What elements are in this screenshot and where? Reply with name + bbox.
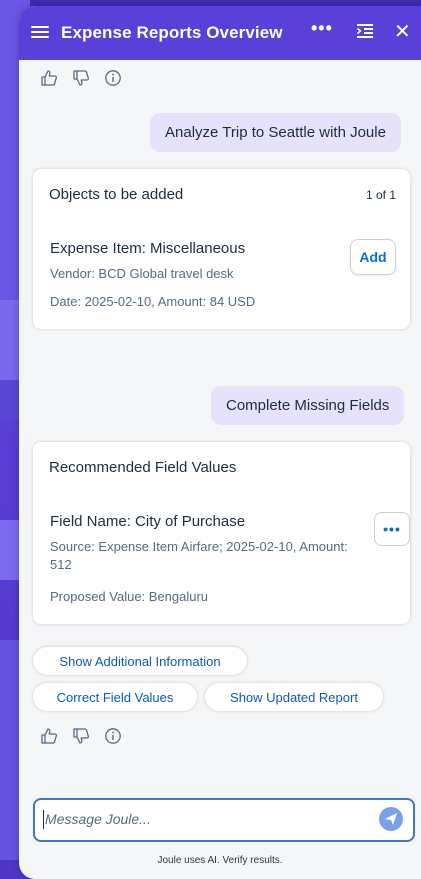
field-name: Field Name: City of Purchase <box>50 513 246 530</box>
item-date-amount: Date: 2025-02-10, Amount: 84 USD <box>50 294 256 309</box>
add-button[interactable]: Add <box>350 239 396 275</box>
suggestion-chip[interactable]: Show Updated Report <box>205 683 383 711</box>
send-icon[interactable] <box>379 807 403 831</box>
suggestion-chip[interactable]: Correct Field Values <box>33 683 197 711</box>
message-input[interactable]: Message Joule... <box>33 798 415 842</box>
item-vendor: Vendor: BCD Global travel desk <box>50 266 234 281</box>
info-icon[interactable] <box>103 726 123 746</box>
close-icon[interactable]: ✕ <box>394 19 411 44</box>
item-counter: 1 of 1 <box>365 188 396 202</box>
menu-icon[interactable] <box>31 23 49 41</box>
proposed-value: Proposed Value: Bengaluru <box>50 589 209 604</box>
thumbs-up-icon[interactable] <box>39 726 59 746</box>
text-caret <box>43 810 44 829</box>
suggestion-chip[interactable]: Show Additional Information <box>33 647 247 675</box>
feedback-row <box>39 68 123 88</box>
objects-card: Objects to be added 1 of 1 Expense Item:… <box>33 169 410 329</box>
ai-disclaimer: Joule uses AI. Verify results. <box>157 855 283 866</box>
panel-header: Expense Reports Overview ••• ✕ <box>19 6 421 60</box>
recommended-values-card: Recommended Field Values Field Name: Cit… <box>33 442 410 624</box>
thumbs-up-icon[interactable] <box>39 68 59 88</box>
card-title: Recommended Field Values <box>49 459 237 476</box>
item-title: Expense Item: Miscellaneous <box>50 240 246 257</box>
user-message: Analyze Trip to Seattle with Joule <box>150 113 401 152</box>
field-source: Source: Expense Item Airfare; 2025-02-10… <box>50 539 348 572</box>
joule-panel: Expense Reports Overview ••• ✕ Analyze T… <box>19 6 421 879</box>
panel-title: Expense Reports Overview <box>61 23 283 42</box>
thumbs-down-icon[interactable] <box>71 68 91 88</box>
message-placeholder: Message Joule... <box>45 811 151 827</box>
user-message: Complete Missing Fields <box>211 386 405 425</box>
card-title: Objects to be added <box>49 186 184 203</box>
info-icon[interactable] <box>103 68 123 88</box>
more-options-icon[interactable]: ••• <box>311 18 333 39</box>
thumbs-down-icon[interactable] <box>71 726 91 746</box>
feedback-row <box>39 726 123 746</box>
collapse-panel-icon[interactable] <box>355 21 375 41</box>
more-actions-button[interactable]: ••• <box>374 512 410 546</box>
